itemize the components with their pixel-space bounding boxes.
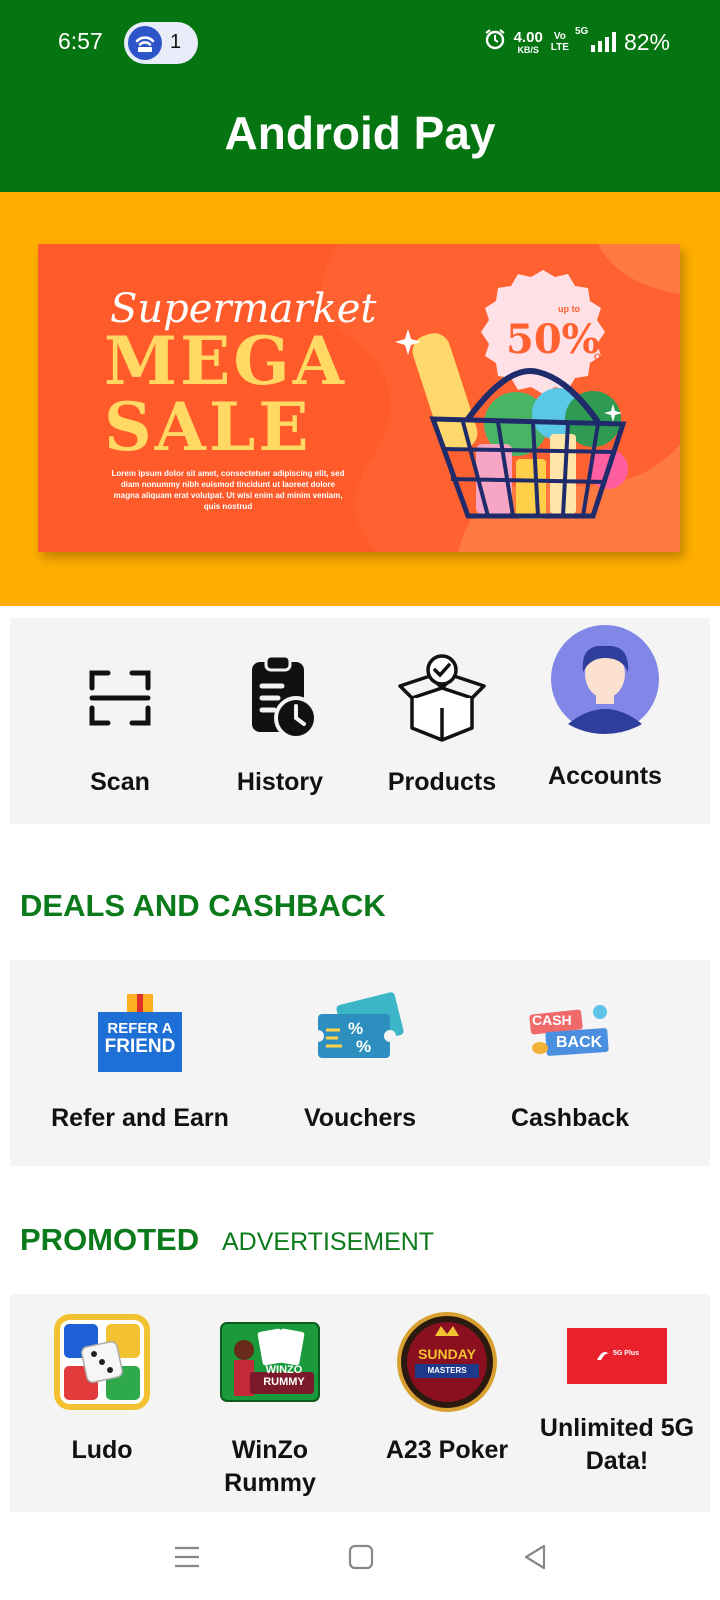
deals-section-title: DEALS AND CASHBACK [20, 888, 386, 923]
svg-text:%: % [356, 1037, 371, 1056]
unlimited-5g-app[interactable]: 5G Plus Unlimited 5G Data! [532, 1328, 702, 1478]
notification-count: 1 [170, 31, 182, 53]
ludo-label: Ludo [71, 1436, 133, 1464]
battery-level: 82% [623, 28, 670, 55]
refer-and-earn-label: Refer and Earn [51, 1104, 229, 1132]
vouchers-button[interactable]: % % Vouchers [270, 990, 450, 1133]
clock: 6:57 [58, 28, 103, 54]
deals-card: REFER A FRIEND Refer and Earn % % Vouche… [10, 960, 710, 1166]
back-icon[interactable] [518, 1540, 552, 1574]
a23-poker-icon: SUNDAY MASTERS [397, 1312, 497, 1412]
winzo-rummy-icon: WINZO RUMMY [220, 1322, 320, 1402]
promoted-section-title: PROMOTED [20, 1222, 200, 1257]
badge-top-text: up to [558, 304, 580, 314]
promo-banner[interactable]: Supermarket MEGA SALE Lorem ipsum dolor … [38, 244, 680, 552]
account-avatar-icon [550, 624, 660, 734]
svg-text:%: % [348, 1019, 363, 1038]
accounts-label: Accounts [548, 762, 662, 790]
alarm-icon [484, 28, 506, 56]
airtel-5g-icon: 5G Plus [567, 1328, 667, 1384]
notification-pill[interactable]: 1 [124, 22, 198, 64]
volte-indicator: Vo LTE [550, 31, 569, 53]
home-icon[interactable] [344, 1540, 378, 1574]
vouchers-label: Vouchers [303, 1104, 417, 1132]
advertisement-label: ADVERTISEMENT [222, 1228, 435, 1256]
cashback-label: Cashback [510, 1104, 630, 1132]
history-icon [230, 648, 330, 748]
banner-body-text: Lorem ipsum dolor sit amet, consectetuer… [111, 469, 345, 511]
products-icon [392, 648, 492, 748]
page-title: Android Pay [224, 107, 496, 159]
banner-headline-1: MEGA [104, 322, 347, 400]
scan-button[interactable]: Scan [50, 648, 190, 797]
unlimited-5g-label: Unlimited 5G Data! [539, 1414, 695, 1475]
hotspot-icon [128, 26, 162, 60]
promo-banner-area: Supermarket MEGA SALE Lorem ipsum dolor … [0, 192, 720, 606]
winzo-rummy-app[interactable]: WINZO RUMMY WinZo Rummy [200, 1322, 340, 1500]
status-icons: 4.00 KB/S Vo LTE 5G 82% [484, 26, 670, 56]
quick-actions-card: Scan History Products Accounts [10, 618, 710, 824]
banner-headline-2: SALE [104, 388, 312, 466]
history-button[interactable]: History [210, 648, 350, 797]
badge-bottom-text: OFF [594, 352, 612, 362]
products-button[interactable]: Products [372, 648, 512, 797]
app-header-bar: 6:57 1 4.00 KB/S Vo LTE 5G 82% Android P… [0, 0, 720, 192]
signal-icon: 5G [575, 26, 616, 52]
accounts-button[interactable]: Accounts [530, 624, 680, 791]
badge-value: 50% [506, 316, 600, 363]
ludo-icon [52, 1312, 152, 1412]
ludo-app[interactable]: Ludo [32, 1312, 172, 1465]
status-bar: 6:57 1 4.00 KB/S Vo LTE 5G 82% [0, 0, 720, 84]
winzo-rummy-label: WinZo Rummy [224, 1436, 316, 1497]
refer-friend-icon: REFER A FRIEND [95, 990, 185, 1074]
cashback-button[interactable]: CASH BACK Cashback [480, 990, 660, 1133]
menu-icon[interactable] [170, 1540, 204, 1574]
scan-icon [70, 648, 170, 748]
products-label: Products [387, 768, 497, 796]
a23-poker-label: A23 Poker [385, 1436, 509, 1464]
cashback-icon: CASH BACK [520, 990, 620, 1074]
network-speed: 4.00 KB/S [513, 28, 543, 55]
promoted-card: Ludo WINZO RUMMY WinZo Rummy SUNDAY MAST… [10, 1294, 710, 1512]
scan-label: Scan [90, 768, 150, 796]
refer-and-earn-button[interactable]: REFER A FRIEND Refer and Earn [40, 990, 240, 1133]
voucher-icon: % % [310, 990, 410, 1074]
history-label: History [236, 768, 324, 796]
a23-poker-app[interactable]: SUNDAY MASTERS A23 Poker [372, 1312, 522, 1465]
system-navigation-bar [0, 1512, 720, 1600]
